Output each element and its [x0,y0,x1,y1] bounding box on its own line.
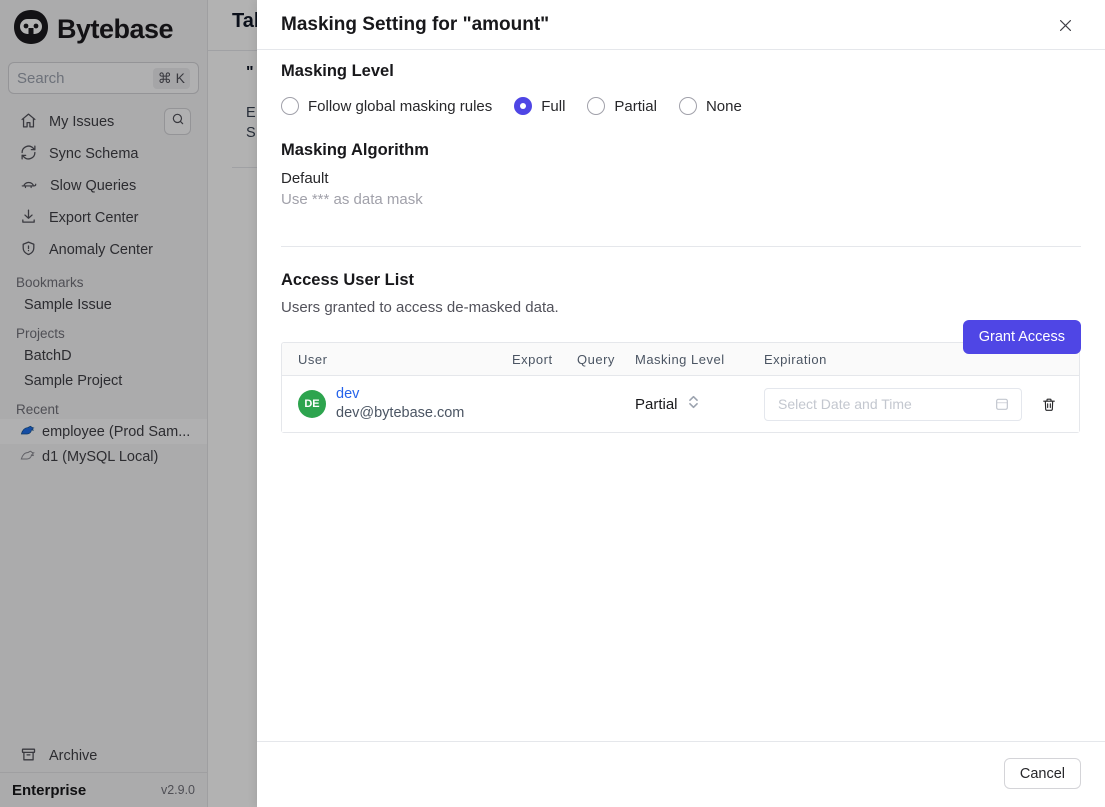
table-row: DE dev dev@bytebase.com Partial Select D… [282,376,1079,432]
radio-full[interactable]: Full [514,97,565,115]
access-user-list-heading: Access User List [281,271,414,289]
masking-level-cell: Partial [627,394,752,415]
avatar: DE [298,390,326,418]
modal-body: Masking Level Follow global masking rule… [257,50,1105,433]
radio-label: Partial [614,97,657,115]
section-divider [281,246,1081,247]
query-cell [565,395,627,413]
radio-icon[interactable] [514,97,533,115]
access-user-table: User Export Query Masking Level Expirati… [281,342,1080,433]
masking-algorithm-heading: Masking Algorithm [281,141,429,159]
trash-icon[interactable] [1039,394,1059,415]
chevrons-up-down-icon [688,394,699,415]
user-name-link[interactable]: dev [336,385,464,404]
modal-header: Masking Setting for "amount" [257,0,1105,50]
column-header-masking-level: Masking Level [635,351,725,367]
table-header-row: User Export Query Masking Level Expirati… [282,343,1079,376]
radio-follow-global[interactable]: Follow global masking rules [281,97,492,115]
grant-access-button[interactable]: Grant Access [962,320,1081,354]
radio-icon[interactable] [281,97,299,115]
modal-title: Masking Setting for "amount" [281,13,550,35]
cancel-button[interactable]: Cancel [1003,758,1081,789]
app-screen: Bytebase ⌘ K My Issues Sync [0,0,1105,807]
user-cell: DE dev dev@bytebase.com [282,385,500,423]
masking-level-select[interactable]: Partial [635,394,752,415]
radio-label: Full [541,97,566,115]
masking-level-radio-group: Follow global masking rules Full Partial… [281,97,1081,115]
masking-algorithm-description: Use *** as data mask [281,191,423,208]
column-header-user: User [298,351,328,367]
masking-level-heading: Masking Level [281,62,394,80]
user-identity: dev dev@bytebase.com [336,385,464,423]
user-email: dev@bytebase.com [336,405,465,421]
masking-level-value: Partial [635,395,678,413]
radio-none[interactable]: None [678,97,742,115]
radio-icon[interactable] [587,97,606,115]
export-cell [500,395,565,413]
masking-algorithm-value: Default [281,170,329,187]
radio-label: Follow global masking rules [308,97,493,115]
actions-cell [1027,394,1077,415]
masking-setting-modal: Masking Setting for "amount" Masking Lev… [257,0,1105,807]
close-icon[interactable] [1053,13,1077,37]
radio-partial[interactable]: Partial [587,97,657,115]
calendar-icon [994,396,1010,417]
column-header-export: Export [512,351,553,367]
radio-icon[interactable] [678,97,697,115]
access-user-list-subtitle: Users granted to access de-masked data. [281,299,559,316]
expiration-cell [752,387,1027,421]
radio-label: None [705,97,742,115]
expiration-date-input[interactable] [764,387,1022,421]
modal-footer: Cancel [257,741,1105,807]
column-header-query: Query [577,351,615,367]
